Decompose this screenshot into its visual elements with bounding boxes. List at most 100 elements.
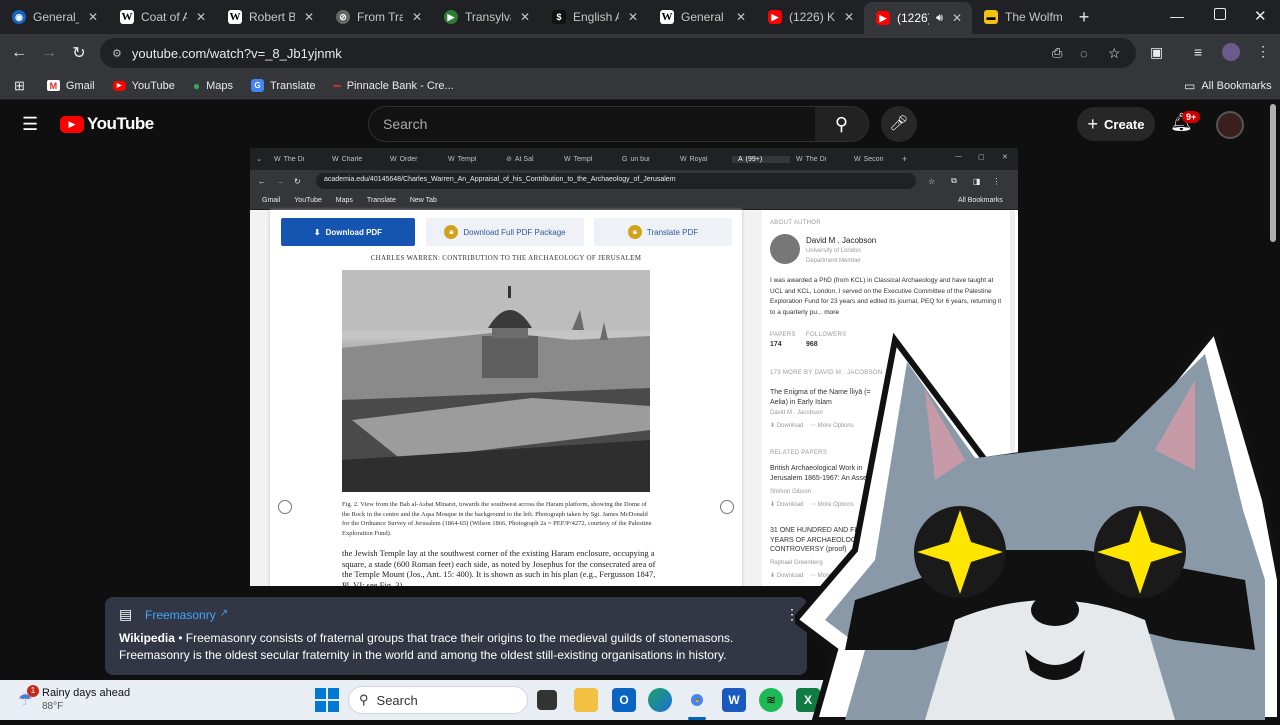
author-photo (770, 234, 800, 264)
bookmark-youtube[interactable]: ▶ YouTube (112, 80, 175, 92)
search-input[interactable]: Search (368, 106, 816, 142)
translate-pdf-button: 🔒︎ Translate PDF (594, 218, 732, 246)
forward-icon[interactable]: → (34, 44, 64, 62)
bookmarks-bar: ⊞ M Gmail ▶ YouTube ● Maps G Translate ━ Pinn… (0, 72, 1280, 100)
outlook-icon[interactable]: O (612, 688, 636, 712)
youtube-header: ☰ ▶ YouTube Search ⚲ 🎤︎ + Create 🔔︎ 9+ (0, 100, 1280, 148)
close-tab-icon[interactable]: ✕ (410, 10, 424, 24)
site-info-icon[interactable]: ⚙ (112, 47, 122, 60)
close-tab-icon[interactable]: ✕ (518, 10, 532, 24)
crosshair-icon (278, 500, 292, 514)
profile-avatar[interactable] (1222, 43, 1240, 61)
recorded-tab: W The Di (796, 155, 827, 163)
extensions-icon: ⧉ (951, 176, 957, 185)
spotify-icon[interactable]: ≋ (759, 688, 783, 712)
file-explorer-icon[interactable] (574, 688, 598, 712)
voice-search-button[interactable]: 🎤︎ (881, 106, 917, 142)
page-scrollbar[interactable] (1270, 104, 1276, 242)
bookmark-translate[interactable]: G Translate (251, 79, 315, 92)
new-tab-icon: + (902, 154, 908, 164)
photo-illustration (342, 270, 650, 492)
browser-tab[interactable]: ▶ Transylvani ✕ (432, 2, 540, 32)
close-tab-icon[interactable]: ✕ (842, 10, 856, 24)
task-view-icon[interactable] (537, 690, 557, 710)
wikipedia-favicon-icon: W (448, 155, 455, 163)
close-tab-icon[interactable]: ✕ (302, 10, 316, 24)
close-tab-icon[interactable]: ✕ (734, 10, 748, 24)
folder-icon: ▭ (1184, 78, 1196, 93)
speaker-icon[interactable]: 🔊︎ (936, 12, 943, 25)
browser-tab[interactable]: $ English Act ✕ (540, 2, 648, 32)
close-window-icon: ✕ (1002, 154, 1008, 161)
all-bookmarks-folder[interactable]: ▭ All Bookmarks (1184, 79, 1272, 93)
weather-temp: 88°F (42, 701, 64, 712)
windows-start-icon[interactable] (315, 688, 339, 712)
browser-tab[interactable]: ◉ General_Ba ✕ (0, 2, 108, 32)
wikipedia-favicon-icon: W (564, 155, 571, 163)
search-button[interactable]: ⚲ (815, 106, 869, 142)
hamburger-menu-icon[interactable]: ☰ (22, 114, 38, 135)
recorded-tab-strip: ⌄ W The Di W Charle W Order W Templ ⊘ At Sal … (250, 148, 1018, 170)
install-icon[interactable]: ⎙ (1052, 45, 1062, 61)
wikipedia-favicon-icon: W (228, 10, 242, 24)
address-bar[interactable]: ⚙ youtube.com/watch?v=_8_Jb1yjnmk ⎙ ◌ ☆ (100, 38, 1136, 68)
new-tab-icon[interactable]: + (1072, 7, 1096, 28)
browser-tab[interactable]: W Robert Bad ✕ (216, 2, 324, 32)
edge-icon[interactable] (648, 688, 672, 712)
eye-off-icon[interactable]: ◌ (1080, 46, 1088, 61)
close-window-icon[interactable]: ✕ (1254, 7, 1267, 25)
account-avatar[interactable] (1216, 111, 1244, 139)
browser-tab[interactable]: ▬ The Wolfm (972, 2, 1072, 32)
recorded-tab: ⊘ At Sal (506, 155, 534, 164)
close-tab-icon[interactable]: ✕ (950, 11, 964, 25)
youtube-play-logo-icon: ▶ (60, 115, 84, 133)
tab-search-icon: ⌄ (256, 156, 262, 163)
download-pdf-button: ⬇ Download PDF (281, 218, 415, 246)
translate-icon: G (251, 79, 265, 92)
menu-dots-icon[interactable]: ⋮ (1256, 43, 1270, 60)
weather-title[interactable]: Rainy days ahead (42, 687, 130, 699)
pdf-running-head: CHARLES WARREN: CONTRIBUTION TO THE ARCH… (370, 254, 642, 262)
academia-favicon-icon: ◉ (12, 10, 26, 24)
close-tab-icon[interactable]: ✕ (626, 10, 640, 24)
bookmark-maps[interactable]: ● Maps (193, 79, 233, 93)
create-button[interactable]: + Create (1077, 107, 1155, 141)
freemasonry-link[interactable]: Freemasonry ↗ (145, 608, 228, 622)
browser-tab-active[interactable]: ▶ (1226) 🔊︎ ✕ (864, 2, 972, 34)
pdf-body-text: the Jewish Temple lay at the southwest c… (342, 548, 656, 586)
word-icon[interactable]: W (722, 688, 746, 712)
close-tab-icon[interactable]: ✕ (86, 10, 100, 24)
back-icon[interactable]: ← (4, 44, 34, 62)
recorded-tab: W Secon (854, 155, 884, 163)
media-controls-icon[interactable]: ≡ (1194, 44, 1202, 60)
minimize-icon[interactable]: — (1170, 8, 1184, 24)
url-text: youtube.com/watch?v=_8_Jb1yjnmk (131, 45, 342, 61)
recorded-tab: W Templ (564, 155, 593, 163)
figure-caption: Fig. 2. View from the Bab al-Asbat Minar… (342, 501, 652, 537)
browser-tab[interactable]: ⊘ From Trans ✕ (324, 2, 432, 32)
youtube-logo[interactable]: ▶ YouTube (60, 114, 154, 134)
minimize-icon: — (955, 153, 962, 160)
search-icon: ⚲ (359, 692, 369, 707)
bookmark-pinnacle-bank[interactable]: ━ Pinnacle Bank - Cre... (333, 79, 453, 93)
info-panel-card[interactable]: ▤ Freemasonry ↗ ⋮ Wikipedia • Freemasonry… (105, 597, 807, 675)
browser-tab[interactable]: W General Ba ✕ (648, 2, 756, 32)
academia-favicon-icon: A (738, 155, 743, 163)
wikipedia-favicon-icon: W (796, 155, 803, 163)
chrome-icon[interactable] (685, 688, 709, 712)
recorded-bookmarks-bar: Gmail YouTube Maps Translate New Tab All… (250, 192, 1018, 210)
browser-tab[interactable]: ▶ (1226) Kno ✕ (756, 2, 864, 32)
wikipedia-favicon-icon: W (274, 155, 281, 163)
apps-grid-icon[interactable]: ⊞ (14, 78, 25, 94)
google-favicon-icon: G (622, 155, 628, 163)
reload-icon[interactable]: ↻ (64, 43, 94, 63)
browser-tab[interactable]: W Coat of Arm ✕ (108, 2, 216, 32)
close-tab-icon[interactable]: ✕ (194, 10, 208, 24)
plus-icon: + (1087, 113, 1099, 134)
maximize-icon[interactable] (1214, 8, 1226, 20)
bookmark-gmail[interactable]: M Gmail (46, 80, 95, 92)
taskbar-search[interactable]: ⚲ Search (348, 686, 528, 714)
wikipedia-favicon-icon: W (660, 10, 674, 24)
side-panel-icon[interactable]: ▣ (1150, 44, 1163, 61)
bookmark-star-icon[interactable]: ☆ (1108, 45, 1121, 62)
